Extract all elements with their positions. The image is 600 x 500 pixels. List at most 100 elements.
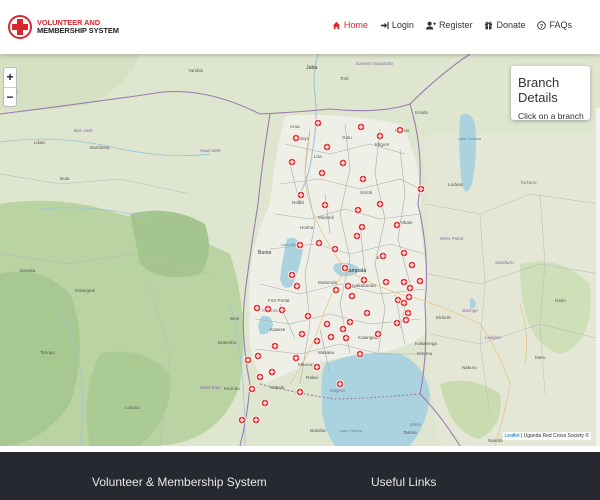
leaflet-link[interactable]: Leaflet	[505, 433, 520, 439]
branch-marker[interactable]	[326, 332, 336, 342]
branch-marker[interactable]	[322, 142, 332, 152]
branch-marker[interactable]	[291, 353, 301, 363]
label-bas-uele: Bas-Uele	[74, 128, 93, 133]
branch-marker[interactable]	[335, 379, 345, 389]
branch-marker[interactable]	[357, 222, 367, 232]
branch-marker[interactable]	[375, 199, 385, 209]
branch-marker[interactable]	[263, 304, 273, 314]
branch-marker[interactable]	[343, 281, 353, 291]
branch-marker[interactable]	[292, 281, 302, 291]
branch-marker[interactable]	[403, 308, 413, 318]
nav-home-link[interactable]: Home	[332, 20, 368, 30]
nav-faqs-label: FAQs	[549, 20, 572, 30]
label-lake-victoria: Lake Victoria	[340, 429, 363, 433]
branch-marker[interactable]	[381, 277, 391, 287]
branch-marker[interactable]	[399, 277, 409, 287]
branch-marker[interactable]	[313, 118, 323, 128]
branch-marker[interactable]	[355, 349, 365, 359]
branch-marker[interactable]	[392, 220, 402, 230]
label-masindi: Masindi	[318, 215, 334, 220]
label-kotido: Kotido	[415, 110, 428, 115]
label-bunia: Bunia	[258, 250, 271, 256]
branch-marker[interactable]	[291, 133, 301, 143]
branch-marker[interactable]	[378, 251, 388, 261]
branch-marker[interactable]	[353, 205, 363, 215]
branch-marker[interactable]	[392, 318, 402, 328]
branch-marker[interactable]	[405, 283, 415, 293]
branch-marker[interactable]	[416, 184, 426, 194]
branch-marker[interactable]	[295, 387, 305, 397]
branch-marker[interactable]	[237, 415, 247, 425]
nav-faqs-link[interactable]: ? FAQs	[537, 20, 572, 30]
gift-icon	[485, 21, 493, 29]
branch-marker[interactable]	[356, 122, 366, 132]
label-bukoba: Bukoba	[310, 428, 326, 433]
branch-marker[interactable]	[317, 168, 327, 178]
branch-marker[interactable]	[338, 158, 348, 168]
scrollbar-track[interactable]	[596, 108, 600, 446]
branch-marker[interactable]	[267, 367, 277, 377]
branch-marker[interactable]	[277, 305, 287, 315]
branch-marker[interactable]	[251, 415, 261, 425]
label-samburu: Samburu	[495, 260, 514, 265]
branch-marker[interactable]	[340, 263, 350, 273]
branch-marker[interactable]	[322, 319, 332, 329]
branch-marker[interactable]	[243, 355, 253, 365]
branch-marker[interactable]	[312, 336, 322, 346]
branch-marker[interactable]	[296, 190, 306, 200]
branch-marker[interactable]	[295, 240, 305, 250]
branch-marker[interactable]	[399, 248, 409, 258]
zoom-out-button[interactable]: −	[4, 87, 16, 106]
branch-marker[interactable]	[345, 317, 355, 327]
brand-logo-link[interactable]: VOLUNTEER AND MEMBERSHIP SYSTEM	[8, 15, 119, 39]
branch-marker[interactable]	[330, 244, 340, 254]
branch-marker[interactable]	[312, 362, 322, 372]
branch-marker[interactable]	[415, 276, 425, 286]
branch-marker[interactable]	[341, 333, 351, 343]
branch-marker[interactable]	[359, 275, 369, 285]
login-icon	[380, 21, 389, 29]
branch-marker[interactable]	[395, 125, 405, 135]
branch-marker[interactable]	[331, 285, 341, 295]
nav-login-link[interactable]: Login	[380, 20, 414, 30]
label-lodwar: Lodwar	[448, 182, 464, 187]
branch-map[interactable]: Yambio Juba Torit Eastern Equatoria Bas-…	[0, 54, 600, 446]
branch-marker[interactable]	[358, 174, 368, 184]
branch-marker[interactable]	[404, 292, 414, 302]
branch-marker[interactable]	[255, 372, 265, 382]
label-tshopo: Tshopo	[40, 350, 55, 355]
label-kabale: Kabale	[270, 385, 285, 390]
branch-marker[interactable]	[260, 398, 270, 408]
branch-marker[interactable]	[253, 351, 263, 361]
branch-marker[interactable]	[297, 329, 307, 339]
branch-marker[interactable]	[352, 231, 362, 241]
branch-marker[interactable]	[287, 270, 297, 280]
branch-marker[interactable]	[303, 311, 313, 321]
branch-marker[interactable]	[407, 260, 417, 270]
branch-marker[interactable]	[314, 238, 324, 248]
label-mbale: Mbale	[400, 220, 413, 225]
label-buta: Buta	[60, 176, 70, 181]
red-cross-logo	[8, 15, 32, 39]
label-kisangani: Kisangani	[75, 288, 95, 293]
branch-marker[interactable]	[347, 291, 357, 301]
branch-marker[interactable]	[362, 308, 372, 318]
nav-register-link[interactable]: Register	[425, 20, 473, 30]
svg-text:?: ?	[540, 23, 544, 29]
label-bavuka: Bavuka	[20, 268, 36, 273]
nav-login-label: Login	[391, 20, 414, 30]
branch-marker[interactable]	[270, 341, 280, 351]
map-tiles[interactable]: Yambio Juba Torit Eastern Equatoria Bas-…	[0, 54, 600, 446]
branch-marker[interactable]	[375, 131, 385, 141]
branch-marker[interactable]	[401, 315, 411, 325]
branch-marker[interactable]	[338, 324, 348, 334]
branch-marker[interactable]	[252, 303, 262, 313]
nav-donate-link[interactable]: Donate	[484, 20, 525, 30]
label-arua: Arua	[290, 124, 300, 129]
zoom-in-button[interactable]: +	[4, 68, 16, 87]
branch-marker[interactable]	[247, 384, 257, 394]
nav-register-label: Register	[438, 20, 473, 30]
branch-marker[interactable]	[320, 200, 330, 210]
branch-marker[interactable]	[373, 329, 383, 339]
branch-marker[interactable]	[287, 157, 297, 167]
